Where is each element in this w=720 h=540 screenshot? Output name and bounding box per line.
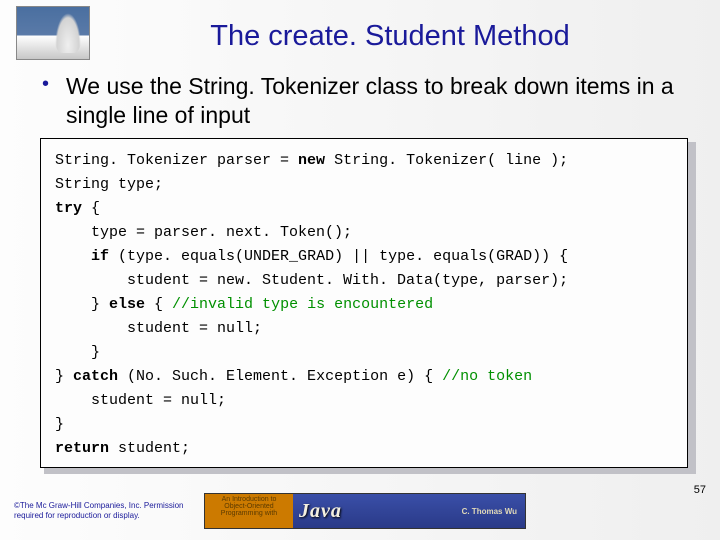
code-box: String. Tokenizer parser = new String. T…	[40, 138, 688, 468]
code-l11: student = null;	[55, 392, 226, 409]
code-l9: }	[55, 344, 100, 361]
banner-left-box: An Introduction to Object-Oriented Progr…	[205, 494, 293, 528]
banner-intro2: Object-Oriented	[205, 503, 293, 510]
code-l3kw: try	[55, 200, 82, 217]
code-l2: String type;	[55, 176, 163, 193]
code-l10b: (No. Such. Element. Exception e) {	[118, 368, 442, 385]
code-l5b: (type. equals(UNDER_GRAD) || type. equal…	[109, 248, 568, 265]
code-l7b: {	[145, 296, 172, 313]
code-l13b: student;	[109, 440, 190, 457]
bullet-dot: •	[42, 72, 66, 97]
banner-intro1: An Introduction to	[205, 496, 293, 503]
code-l5a	[55, 248, 91, 265]
copyright-text: ©The Mc Graw-Hill Companies, Inc. Permis…	[14, 501, 204, 520]
book-banner: An Introduction to Object-Oriented Progr…	[204, 493, 526, 529]
code-l1kw: new	[298, 152, 325, 169]
code-l1a: String. Tokenizer parser =	[55, 152, 298, 169]
code-l10cm: //no token	[442, 368, 532, 385]
code-l10kw: catch	[73, 368, 118, 385]
code-l5kw: if	[91, 248, 109, 265]
code-l7kw: else	[109, 296, 145, 313]
code-l8: student = null;	[55, 320, 262, 337]
banner-right: Java C. Thomas Wu	[293, 500, 525, 523]
code-l4: type = parser. next. Token();	[55, 224, 352, 241]
banner-author: C. Thomas Wu	[462, 507, 517, 516]
code-l7cm: //invalid type is encountered	[172, 296, 433, 313]
code-l6: student = new. Student. With. Data(type,…	[55, 272, 568, 289]
slide-title: The create. Student Method	[0, 20, 720, 53]
code-l10a: }	[55, 368, 73, 385]
footer: ©The Mc Graw-Hill Companies, Inc. Permis…	[14, 490, 706, 532]
code-l7a: }	[55, 296, 109, 313]
code-l12: }	[55, 416, 64, 433]
code-l3b: {	[82, 200, 100, 217]
banner-intro3: Programming with	[205, 510, 293, 517]
bullet-content: We use the String. Tokenizer class to br…	[66, 72, 686, 130]
bullet-block: •We use the String. Tokenizer class to b…	[42, 72, 700, 130]
code-l13kw: return	[55, 440, 109, 457]
code-l1b: String. Tokenizer( line );	[325, 152, 568, 169]
banner-java-label: Java	[299, 500, 342, 523]
